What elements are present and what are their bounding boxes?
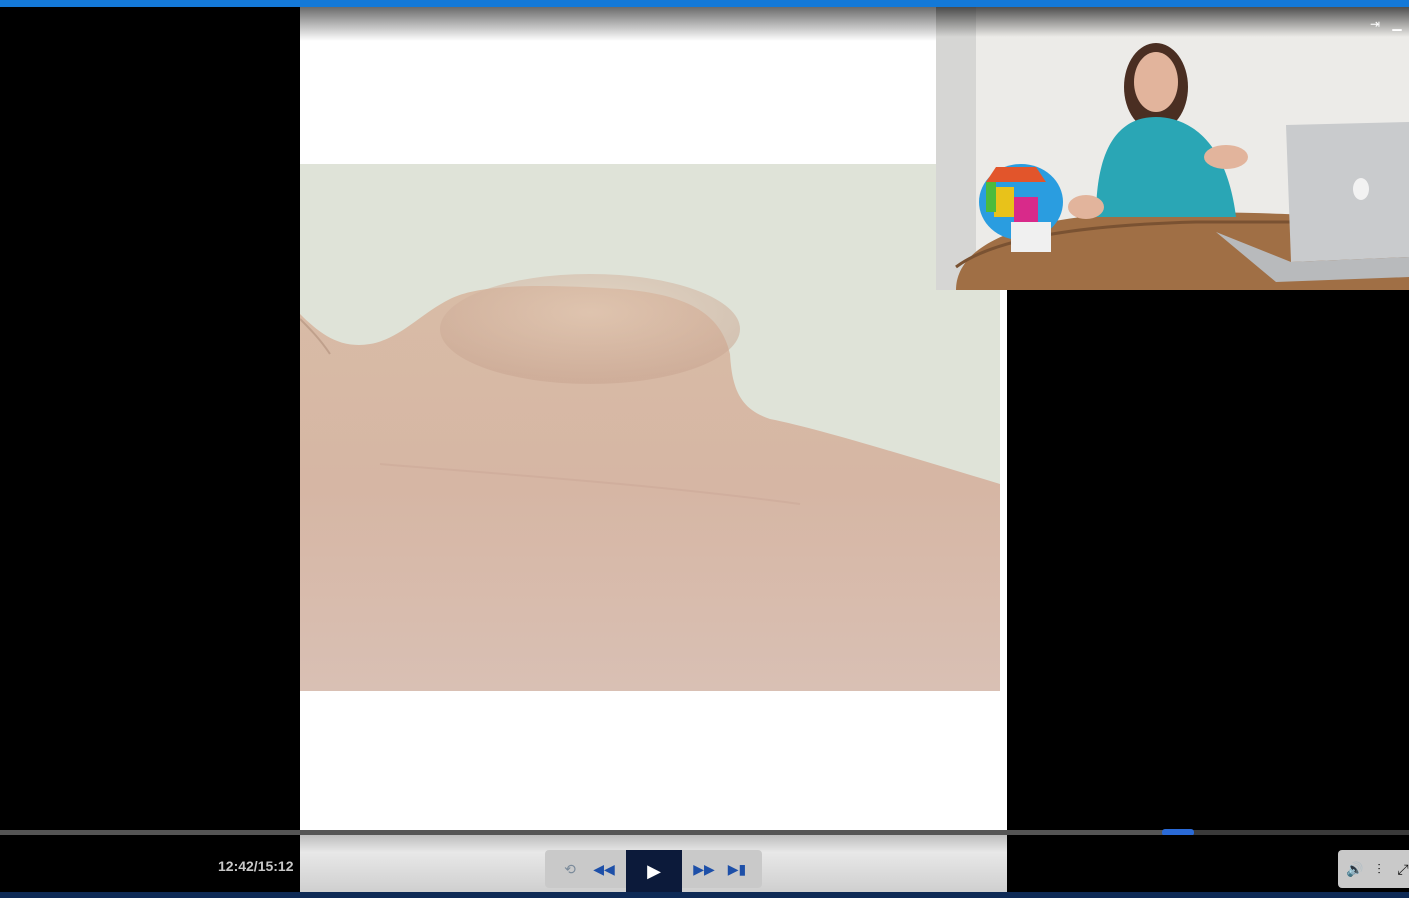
fast-forward-icon[interactable]: ▶▶	[687, 850, 721, 888]
volume-icon[interactable]: 🔊	[1342, 850, 1368, 888]
control-bar: 12:42/15:12 ⟲ ◀◀ ▶ ▶▶ ▶▮ 🔊 ⫶ ⤢	[0, 835, 1409, 892]
settings-sliders-icon[interactable]: ⫶	[1366, 850, 1392, 888]
shoulder-photo-image	[300, 164, 1000, 691]
bottom-border	[0, 892, 1409, 898]
right-controls: 🔊 ⫶ ⤢	[1338, 850, 1409, 888]
presenter-video-pip[interactable]: ⇥ ▁	[936, 7, 1409, 290]
pin-icon[interactable]: ⇥	[1364, 15, 1386, 33]
slide-photo	[300, 164, 1000, 691]
top-accent-bar	[0, 0, 1409, 7]
skip-end-icon[interactable]: ▶▮	[720, 850, 754, 888]
transport-controls: ⟲ ◀◀ ▶ ▶▶ ▶▮	[545, 850, 762, 892]
play-icon: ▶	[647, 860, 661, 881]
pip-header-shadow	[936, 7, 1409, 37]
slide-panel	[300, 7, 1007, 892]
play-button[interactable]: ▶	[626, 850, 682, 892]
presenter-image	[936, 7, 1409, 290]
loop-icon[interactable]: ⟲	[553, 850, 587, 888]
minimize-icon[interactable]: ▁	[1386, 15, 1408, 33]
slide-top-shadow	[300, 7, 1007, 41]
time-display: 12:42/15:12	[218, 858, 294, 874]
rewind-icon[interactable]: ◀◀	[587, 850, 621, 888]
fullscreen-icon[interactable]: ⤢	[1390, 850, 1409, 888]
